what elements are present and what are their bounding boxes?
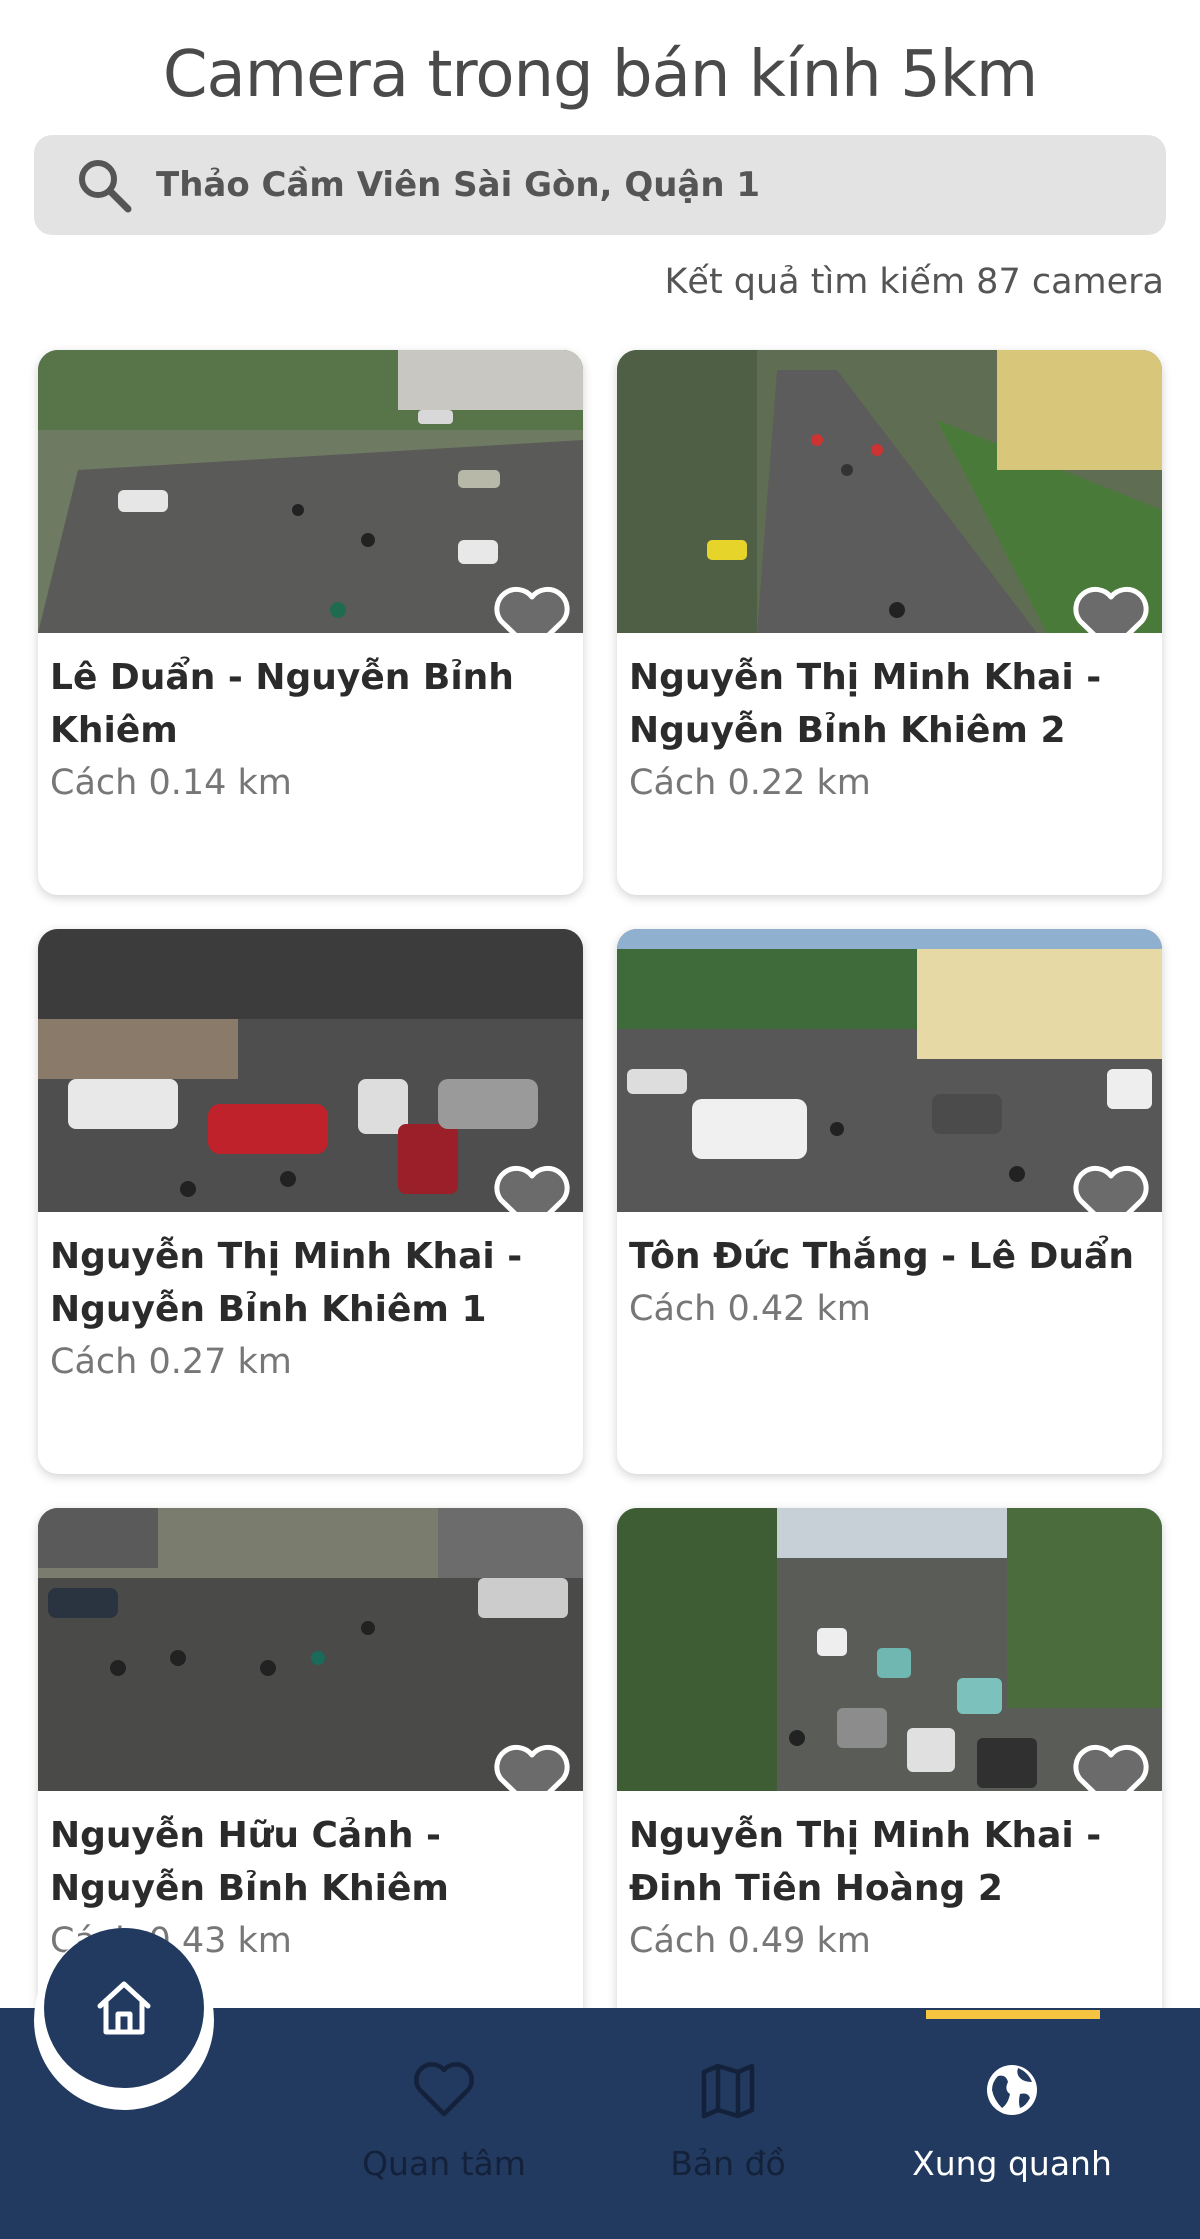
favorite-heart-icon[interactable]	[1072, 585, 1150, 633]
nav-item-label: Xung quanh	[912, 2144, 1112, 2183]
active-tab-indicator	[926, 2010, 1100, 2019]
camera-card[interactable]: Nguyễn Thị Minh Khai - Đinh Tiên Hoàng 2…	[617, 1508, 1162, 2053]
nav-item-favorites[interactable]: Quan tâm	[314, 2060, 574, 2210]
globe-icon	[987, 2065, 1037, 2115]
favorite-heart-icon[interactable]	[1072, 1164, 1150, 1212]
camera-name: Nguyễn Thị Minh Khai - Đinh Tiên Hoàng 2	[629, 1815, 1102, 1909]
favorite-heart-icon[interactable]	[493, 1743, 571, 1791]
search-icon	[79, 160, 132, 213]
camera-card[interactable]: Nguyễn Thị Minh Khai - Nguyễn Bỉnh Khiêm…	[38, 929, 583, 1474]
camera-thumbnail	[617, 350, 1162, 633]
nav-item-label: Quan tâm	[362, 2144, 526, 2183]
map-icon	[701, 2063, 755, 2119]
page-title: Camera trong bán kính 5km	[162, 38, 1038, 112]
nav-item-nearby[interactable]: Xung quanh	[882, 2060, 1142, 2210]
nav-item-label: Bản đồ	[670, 2144, 786, 2183]
camera-name: Nguyễn Thị Minh Khai - Nguyễn Bỉnh Khiêm…	[629, 657, 1102, 751]
camera-thumbnail	[617, 1508, 1162, 1791]
camera-name: Nguyễn Hữu Cảnh - Nguyễn Bỉnh Khiêm	[50, 1815, 449, 1909]
search-bar[interactable]: Thảo Cầm Viên Sài Gòn, Quận 1	[34, 135, 1166, 235]
camera-card[interactable]: Nguyễn Thị Minh Khai - Nguyễn Bỉnh Khiêm…	[617, 350, 1162, 895]
camera-thumbnail	[617, 929, 1162, 1212]
camera-thumbnail	[38, 1508, 583, 1791]
camera-card[interactable]: Tôn Đức Thắng - Lê Duẩn Cách 0.42 km	[617, 929, 1162, 1474]
home-icon	[97, 1981, 151, 2035]
home-button[interactable]	[44, 1928, 204, 2088]
camera-thumbnail	[38, 350, 583, 633]
camera-name: Nguyễn Thị Minh Khai - Nguyễn Bỉnh Khiêm…	[50, 1236, 523, 1330]
camera-distance: Cách 0.49 km	[629, 1921, 871, 1961]
favorite-heart-icon[interactable]	[493, 1164, 571, 1212]
nav-item-map[interactable]: Bản đồ	[598, 2060, 858, 2210]
camera-distance: Cách 0.27 km	[50, 1342, 292, 1382]
camera-distance: Cách 0.42 km	[629, 1289, 871, 1329]
camera-name: Lê Duẩn - Nguyễn Bỉnh Khiêm	[50, 657, 514, 751]
camera-card[interactable]: Lê Duẩn - Nguyễn Bỉnh Khiêm Cách 0.14 km	[38, 350, 583, 895]
result-count: Kết quả tìm kiếm 87 camera	[664, 262, 1164, 302]
favorite-heart-icon[interactable]	[493, 585, 571, 633]
camera-thumbnail	[38, 929, 583, 1212]
camera-name: Tôn Đức Thắng - Lê Duẩn	[629, 1236, 1134, 1277]
heart-icon	[414, 2062, 474, 2117]
search-input[interactable]: Thảo Cầm Viên Sài Gòn, Quận 1	[156, 165, 760, 205]
camera-distance: Cách 0.22 km	[629, 763, 871, 803]
favorite-heart-icon[interactable]	[1072, 1743, 1150, 1791]
camera-distance: Cách 0.14 km	[50, 763, 292, 803]
